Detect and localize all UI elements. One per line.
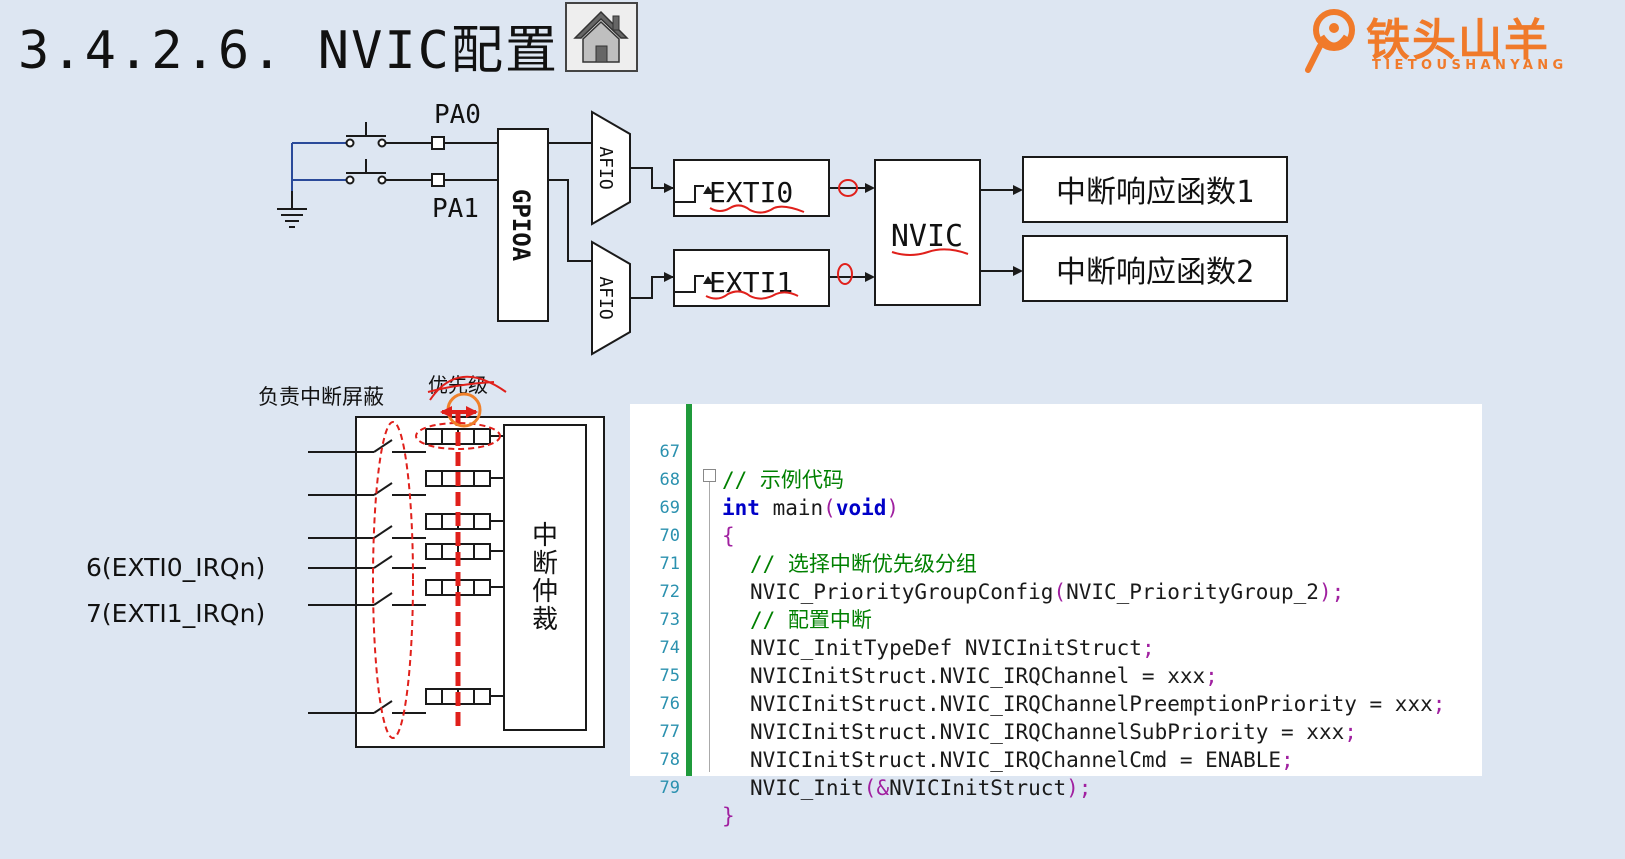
arbiter-char-2: 断 — [532, 549, 558, 579]
code-line-77: 77 NVICInitStruct.NVIC_IRQChannelCmd = E… — [630, 690, 1482, 772]
handler1-label: 中断响应函数1 — [1056, 175, 1254, 210]
brace-close: } — [722, 804, 735, 828]
afio-top-label: AFIO — [595, 146, 616, 189]
code-line-79: 79 } — [630, 746, 1482, 828]
code-line-70: 70 // 选择中断优先级分组 — [630, 494, 1482, 576]
button-switch-pa0 — [345, 122, 432, 148]
code-editor[interactable]: 67 // 示例代码 68 int main(void) 69 { 70 // … — [630, 404, 1482, 828]
nvic-label: NVIC — [891, 219, 963, 254]
code-line-75: 75 NVICInitStruct.NVIC_IRQChannelPreempt… — [630, 634, 1482, 716]
code-line-72: 72 // 配置中断 — [630, 550, 1482, 632]
afio-bottom-label: AFIO — [595, 276, 616, 319]
code-line-69: 69 { — [630, 466, 1482, 548]
pin-pa0-terminal — [431, 136, 445, 150]
irq-exti0-label: 6(EXTI0_IRQn) — [86, 553, 265, 582]
ground-symbol — [277, 191, 307, 228]
gpioa-label: GPIOA — [507, 189, 535, 262]
annotation-circle-exti1-out — [837, 263, 853, 285]
pin-pa0-label: PA0 — [434, 100, 481, 130]
arbiter-char-4: 裁 — [532, 605, 558, 635]
punct: ); — [1066, 776, 1092, 800]
arbiter-char-3: 仲 — [532, 577, 558, 607]
code-line-73: 73 NVIC_InitTypeDef NVICInitStruct; — [630, 578, 1482, 660]
code-line-78: 78 NVIC_Init(&NVICInitStruct); — [630, 718, 1482, 800]
code-line-76: 76 NVICInitStruct.NVIC_IRQChannelSubPrio… — [630, 662, 1482, 744]
code-line-68: 68 int main(void) — [630, 438, 1482, 520]
exti0-label: EXTI0 — [709, 176, 793, 209]
argument: NVICInitStruct — [889, 776, 1067, 800]
irq-exti1-label: 7(EXTI1_IRQn) — [86, 599, 265, 628]
mask-label: 负责中断屏蔽 — [258, 385, 384, 409]
exti1-label: EXTI1 — [709, 266, 793, 299]
line-number: 79 — [659, 778, 680, 798]
code-line-71: 71 NVIC_PriorityGroupConfig(NVIC_Priorit… — [630, 522, 1482, 604]
pin-pa1-label: PA1 — [432, 194, 479, 224]
button-switch-pa1 — [345, 159, 432, 185]
code-line-67: 67 // 示例代码 — [630, 410, 1482, 492]
handler2-label: 中断响应函数2 — [1056, 255, 1254, 290]
function-call: NVIC_Init — [750, 776, 864, 800]
arbiter-char-1: 中 — [532, 521, 558, 551]
code-line-74: 74 NVICInitStruct.NVIC_IRQChannel = xxx; — [630, 606, 1482, 688]
pin-pa1-terminal — [431, 173, 445, 187]
punct: (& — [863, 776, 890, 800]
